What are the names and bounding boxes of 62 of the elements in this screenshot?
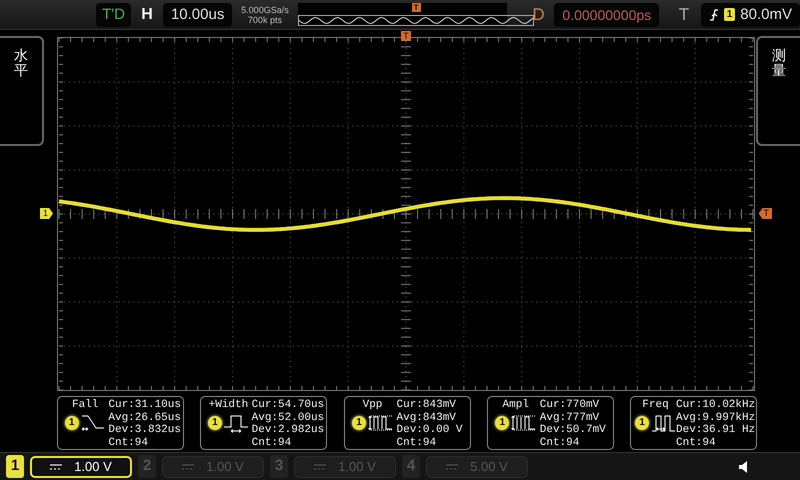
- current-value: Cur:770mV: [540, 399, 600, 412]
- measurement-name: Vpp: [362, 399, 382, 412]
- count-value: Cnt:94: [676, 436, 717, 449]
- measurement-name: Ampl: [502, 399, 529, 412]
- waveform-icon: [222, 414, 249, 432]
- menu-label: 测量: [772, 48, 786, 80]
- trigger-position-marker: T: [412, 2, 421, 12]
- memory-depth: 700k pts: [246, 14, 283, 24]
- current-value: Cur:31.10us: [108, 399, 181, 412]
- count-value: Cnt:94: [540, 436, 580, 449]
- deviation-value: Dev:2.982us: [252, 424, 324, 436]
- measurement-name: Fall: [72, 399, 98, 412]
- side-menu-tab[interactable]: 测量: [756, 36, 800, 146]
- delay-label: D: [531, 4, 546, 26]
- average-value: Avg:9.997kHz: [676, 412, 756, 424]
- side-menu-tab[interactable]: 水平: [0, 36, 44, 146]
- average-value: Avg:26.65us: [108, 412, 181, 424]
- deviation-value: Dev:3.832us: [108, 424, 181, 436]
- count-value: Cnt:94: [108, 436, 149, 449]
- current-value: Cur:54.70us: [252, 399, 324, 412]
- dc-coupling-icon: [446, 462, 458, 470]
- waveform-icon: [367, 414, 393, 432]
- trigger-level: 80.0mV: [740, 4, 792, 24]
- rising-edge-icon: [708, 8, 719, 22]
- channel-badge: 1: [495, 416, 510, 430]
- count-value: Cnt:94: [252, 436, 292, 449]
- deviation-value: Dev:36.91 Hz: [676, 424, 756, 436]
- waveform-icon: [650, 414, 676, 432]
- channel-badge: 1: [635, 416, 649, 430]
- timebase-value[interactable]: 10.00us: [162, 2, 232, 26]
- measurement-name: +Width: [208, 399, 248, 412]
- channel-badge: 1: [352, 416, 366, 430]
- current-value: Cur:843mV: [396, 399, 457, 412]
- trigger-label: T: [678, 4, 690, 26]
- channel-badge: 1: [64, 416, 79, 430]
- channel-scale: 1.00 V: [74, 458, 112, 476]
- deviation-value: Dev:0.00 V: [396, 424, 463, 436]
- channel-scale-button[interactable]: 1.00 V: [30, 456, 132, 478]
- trigger-setting[interactable]: 1 80.0mV: [700, 2, 800, 26]
- deviation-value: Dev:50.7mV: [540, 424, 606, 436]
- average-value: Avg:777mV: [540, 412, 600, 424]
- waveform-icon: [510, 414, 536, 432]
- average-value: Avg:52.00us: [252, 412, 324, 424]
- average-value: Avg:843mV: [396, 412, 457, 424]
- run-status: T'D: [96, 2, 132, 26]
- trigger-level-marker: T: [758, 208, 772, 219]
- channel-offset-marker: 1: [40, 208, 54, 219]
- horizontal-label: H: [140, 4, 154, 24]
- current-value: Cur:10.02kHz: [676, 399, 756, 412]
- channel-number[interactable]: 1: [6, 455, 24, 478]
- trigger-source: 1: [724, 8, 736, 21]
- waveform-icon: [80, 414, 106, 432]
- trigger-position-marker: T: [401, 31, 411, 41]
- count-value: Cnt:94: [396, 436, 438, 449]
- sample-rate: 5.000GSa/s: [240, 4, 290, 14]
- channel-badge: 1: [208, 416, 222, 430]
- dc-coupling-icon: [50, 462, 62, 470]
- measurement-name: Freq: [642, 399, 669, 412]
- delay-value[interactable]: 0.00000000ps: [554, 2, 660, 26]
- dc-coupling-icon: [182, 462, 194, 470]
- menu-label: 水平: [14, 48, 28, 80]
- dc-coupling-icon: [314, 462, 326, 470]
